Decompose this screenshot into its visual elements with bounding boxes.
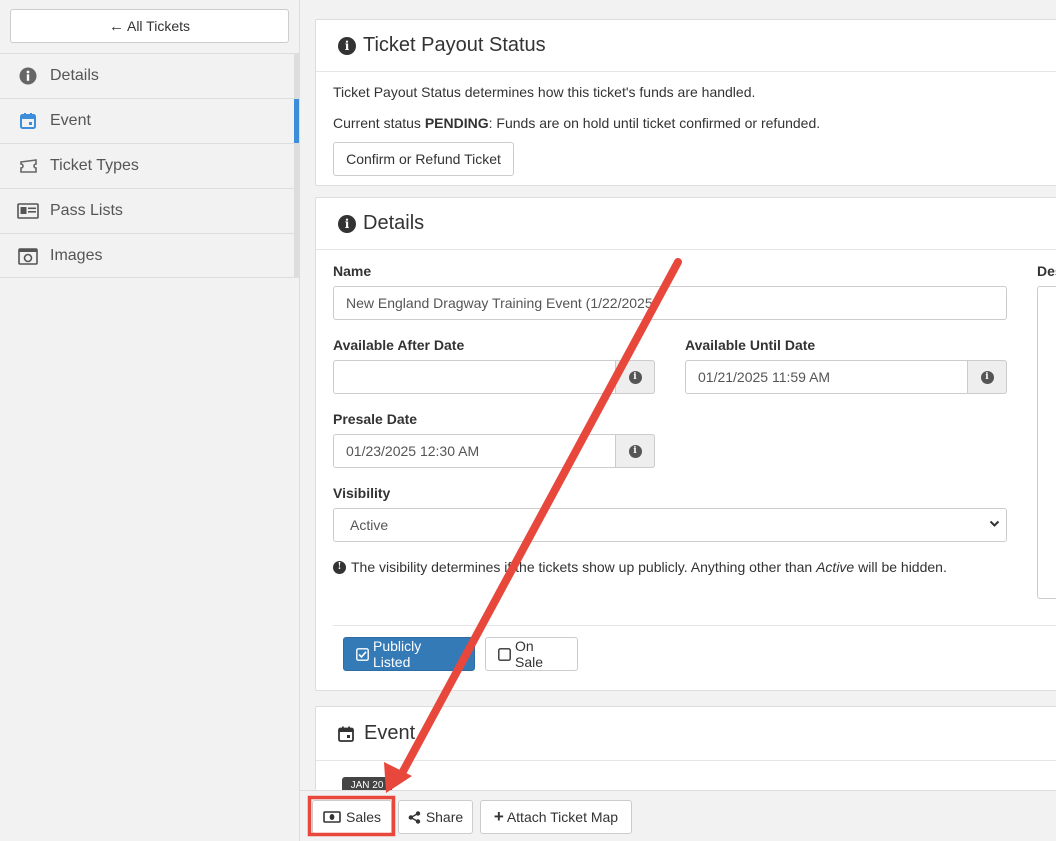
sidebar-item-event[interactable]: Event	[0, 98, 299, 143]
sidebar-nav: Details Event Ticket Types Pass Lists Im…	[0, 53, 299, 278]
sales-label: Sales	[345, 809, 382, 825]
visibility-note-text: The visibility determines if the tickets…	[351, 559, 813, 575]
info-icon: i	[980, 370, 994, 384]
publicly-listed-label: Publicly Listed	[373, 638, 422, 670]
available-after-input[interactable]: i	[333, 360, 655, 394]
info-icon: i	[628, 370, 642, 384]
details-title: Details	[363, 212, 425, 234]
attach-ticket-map-label: Attach Ticket Map	[506, 809, 619, 825]
main-content[interactable]: i Ticket Payout Status Ticket Payout Sta…	[300, 0, 1056, 790]
attach-ticket-map-button[interactable]: + Attach Ticket Map	[480, 800, 632, 834]
available-until-input[interactable]: 01/21/2025 11:59 AM i	[685, 360, 1007, 394]
share-button[interactable]: Share	[398, 800, 473, 834]
money-bill-icon	[323, 811, 341, 823]
status-badge: PENDING	[424, 115, 489, 131]
confirm-or-refund-button[interactable]: Confirm or Refund Ticket	[333, 142, 514, 176]
publicly-listed-toggle[interactable]: Publicly Listed	[343, 637, 475, 671]
sidebar-item-label: Pass Lists	[50, 202, 123, 219]
all-tickets-label: All Tickets	[126, 18, 190, 34]
available-until-label: Available Until Date	[685, 337, 816, 353]
exclamation-icon: !	[333, 560, 346, 574]
presale-input[interactable]: 01/23/2025 12:30 AM i	[333, 434, 655, 468]
visibility-label: Visibility	[333, 485, 391, 501]
info-circle-icon: i	[338, 214, 356, 233]
plus-icon: +	[493, 807, 504, 826]
all-tickets-button[interactable]: ← All Tickets	[10, 9, 289, 43]
camera-icon	[17, 245, 39, 267]
info-icon: i	[628, 444, 642, 458]
visibility-value: Active	[350, 517, 389, 533]
checkbox-empty-icon	[498, 647, 511, 661]
sidebar-item-label: Images	[50, 246, 103, 264]
sidebar-item-label: Event	[50, 112, 91, 129]
presale-label: Presale Date	[333, 411, 418, 427]
status-suffix: : Funds are on hold until ticket confirm…	[488, 115, 821, 131]
on-sale-label: On Sale	[515, 638, 544, 670]
event-title: Event	[364, 722, 416, 744]
visibility-note-emphasis: Active	[816, 559, 855, 575]
divider	[333, 625, 1056, 626]
sidebar-item-pass-lists[interactable]: Pass Lists	[0, 188, 299, 233]
details-header: i Details	[316, 198, 1056, 250]
sales-button[interactable]: Sales	[312, 800, 392, 834]
description-label: Des	[1037, 263, 1056, 279]
available-until-value: 01/21/2025 11:59 AM	[698, 369, 831, 385]
share-icon	[408, 810, 421, 824]
available-after-label: Available After Date	[333, 337, 465, 353]
share-label: Share	[425, 809, 464, 825]
visibility-note: ! The visibility determines if the ticke…	[333, 559, 947, 575]
visibility-note-text-end: will be hidden.	[858, 559, 947, 575]
visibility-select[interactable]: Active	[333, 508, 1007, 542]
sidebar-item-images[interactable]: Images	[0, 233, 299, 278]
available-until-info-button[interactable]: i	[967, 360, 1007, 394]
description-textarea[interactable]	[1037, 286, 1056, 599]
payout-status-card: i Ticket Payout Status Ticket Payout Sta…	[315, 19, 1056, 186]
ticket-icon	[17, 155, 39, 177]
info-circle-icon	[17, 65, 39, 87]
presale-value: 01/23/2025 12:30 AM	[346, 443, 480, 459]
payout-description: Ticket Payout Status determines how this…	[333, 84, 756, 100]
id-card-icon	[17, 200, 39, 222]
available-after-info-button[interactable]: i	[615, 360, 655, 394]
payout-current-status: Current status PENDING: Funds are on hol…	[333, 115, 820, 131]
chevron-down-icon	[989, 518, 1000, 532]
sidebar: ← All Tickets Details Event Ticket Types	[0, 0, 300, 841]
details-card: i Details Name New England Dragway Train…	[315, 197, 1056, 691]
payout-status-title: Ticket Payout Status	[363, 34, 546, 56]
sidebar-item-label: Details	[50, 67, 99, 84]
info-circle-icon: i	[338, 36, 356, 55]
bottom-toolbar: Sales Share + Attach Ticket Map	[300, 790, 1056, 841]
payout-status-header: i Ticket Payout Status	[316, 20, 1056, 72]
arrow-left-icon: ←	[108, 17, 124, 35]
sidebar-item-label: Ticket Types	[50, 157, 139, 174]
status-prefix: Current status	[333, 115, 421, 131]
name-label: Name	[333, 263, 372, 279]
calendar-icon	[17, 110, 39, 132]
event-header: Event	[316, 707, 1056, 761]
calendar-icon	[338, 726, 354, 742]
name-input[interactable]: New England Dragway Training Event (1/22…	[333, 286, 1007, 320]
presale-info-button[interactable]: i	[615, 434, 655, 468]
checkbox-checked-icon	[356, 647, 369, 661]
event-card: Event JAN 20	[315, 706, 1056, 790]
sidebar-item-ticket-types[interactable]: Ticket Types	[0, 143, 299, 188]
on-sale-toggle[interactable]: On Sale	[485, 637, 578, 671]
sidebar-item-details[interactable]: Details	[0, 53, 299, 98]
event-date-badge: JAN 20	[342, 777, 392, 790]
